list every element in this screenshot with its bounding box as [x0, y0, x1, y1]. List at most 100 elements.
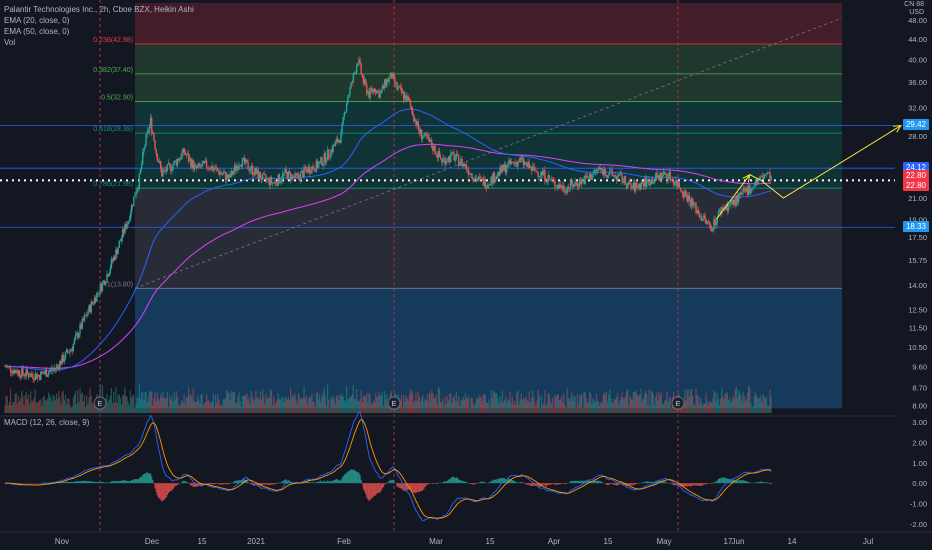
macd-histogram-bar	[265, 483, 267, 485]
volume-bar	[428, 392, 431, 413]
price-tick-label: 48.00	[908, 16, 927, 25]
macd-histogram-bar	[489, 482, 491, 484]
candle-body	[220, 172, 222, 175]
macd-histogram-bar	[710, 483, 712, 484]
macd-histogram-bar	[763, 482, 765, 484]
candle-body	[727, 205, 730, 211]
volume-bar	[577, 404, 580, 413]
macd-histogram-bar	[366, 483, 368, 498]
volume-bar	[276, 399, 278, 413]
candle-body	[23, 373, 25, 377]
macd-histogram-bar	[671, 483, 674, 485]
volume-bar	[650, 389, 652, 413]
candle-body	[247, 162, 249, 170]
candle-body	[546, 181, 548, 183]
candle-body	[438, 150, 441, 158]
volume-bar	[593, 400, 595, 413]
volume-bar	[142, 392, 144, 413]
volume-bar	[685, 400, 687, 413]
macd-histogram-bar	[577, 481, 580, 484]
macd-label[interactable]: MACD (12, 26, close, 9)	[4, 418, 89, 427]
macd-histogram-bar	[443, 481, 445, 484]
volume-bar	[649, 406, 651, 413]
macd-histogram-bar	[629, 483, 631, 486]
macd-histogram-bar	[228, 483, 230, 484]
volume-bar	[703, 403, 705, 413]
macd-histogram-bar	[332, 480, 334, 484]
volume-bar	[757, 397, 759, 413]
ema50-label[interactable]: EMA (50, close, 0)	[4, 26, 194, 37]
macd-histogram-bar	[113, 480, 115, 484]
candle-body	[439, 157, 442, 159]
candle-body	[63, 358, 66, 362]
candle-body	[364, 79, 367, 85]
time-axis[interactable]: Nov Dec 15 2021 Feb Mar 15 Apr 15 May 17 Jun 14 Jul	[0, 531, 932, 546]
candle-body	[64, 351, 67, 359]
macd-histogram-bar	[769, 483, 771, 485]
macd-histogram-bar	[435, 483, 437, 484]
volume-bar	[54, 400, 56, 413]
volume-bar	[128, 405, 130, 413]
candle-body	[751, 187, 753, 189]
volume-bar	[234, 391, 236, 413]
volume-bar	[463, 399, 465, 413]
macd-histogram-bar	[668, 482, 670, 484]
candle-body	[171, 169, 173, 171]
volume-bar	[213, 406, 216, 413]
macd-histogram-bar	[67, 481, 69, 484]
candle-body	[544, 170, 546, 181]
volume-bar	[687, 389, 689, 413]
macd-histogram-bar	[722, 477, 724, 484]
volume-label[interactable]: Vol	[4, 37, 194, 48]
macd-histogram-bar	[236, 480, 238, 484]
volume-bar	[156, 392, 158, 413]
volume-bar	[535, 406, 537, 413]
macd-histogram-bar	[222, 483, 224, 485]
ema20-label[interactable]: EMA (20, close, 0)	[4, 15, 194, 26]
macd-histogram-bar	[511, 479, 513, 484]
candle-body	[653, 179, 656, 183]
macd-histogram-bar	[72, 482, 74, 484]
volume-bar	[743, 396, 745, 413]
volume-bar	[197, 395, 199, 413]
volume-bar	[312, 402, 314, 413]
candle-body	[575, 182, 577, 184]
volume-bar	[74, 390, 77, 413]
volume-bar	[573, 394, 575, 413]
candle-body	[604, 169, 607, 175]
macd-histogram-bar	[432, 483, 434, 485]
candle-body	[641, 182, 643, 184]
candle-body	[342, 116, 344, 124]
candle-body	[69, 350, 71, 354]
macd-histogram-bar	[137, 479, 139, 484]
candle-body	[109, 268, 111, 274]
macd-histogram-bar	[755, 482, 758, 484]
macd-histogram-bar	[208, 483, 210, 485]
volume-bar	[419, 402, 422, 413]
chart-canvas[interactable]: 0.236(42.98)0.382(37.40)0.5(32.90)0.618(…	[0, 0, 932, 550]
volume-bar	[139, 398, 142, 413]
candle-body	[74, 334, 77, 340]
candle-body	[37, 374, 40, 376]
volume-bar	[469, 408, 471, 413]
candle-body	[469, 174, 471, 176]
candle-body	[144, 145, 146, 149]
macd-histogram-bar	[442, 482, 444, 484]
volume-bar	[734, 389, 736, 413]
price-axis[interactable]: 48.0044.0040.0036.0032.0028.0024.0021.00…	[908, 16, 927, 529]
volume-bar	[454, 401, 456, 413]
macd-histogram-bar	[273, 483, 275, 485]
candle-body	[693, 204, 695, 206]
candle-body	[201, 164, 203, 168]
volume-bar	[543, 402, 545, 413]
volume-bar	[181, 400, 183, 413]
macd-histogram-bar	[283, 480, 285, 484]
volume-bar	[552, 397, 554, 413]
macd-histogram-bar	[80, 481, 82, 484]
macd-histogram-bar	[699, 483, 702, 486]
macd-histogram-bar	[382, 483, 385, 488]
macd-histogram-bar	[725, 477, 727, 484]
volume-bar	[584, 391, 586, 413]
candle-body	[737, 194, 740, 203]
volume-bar	[381, 392, 384, 413]
